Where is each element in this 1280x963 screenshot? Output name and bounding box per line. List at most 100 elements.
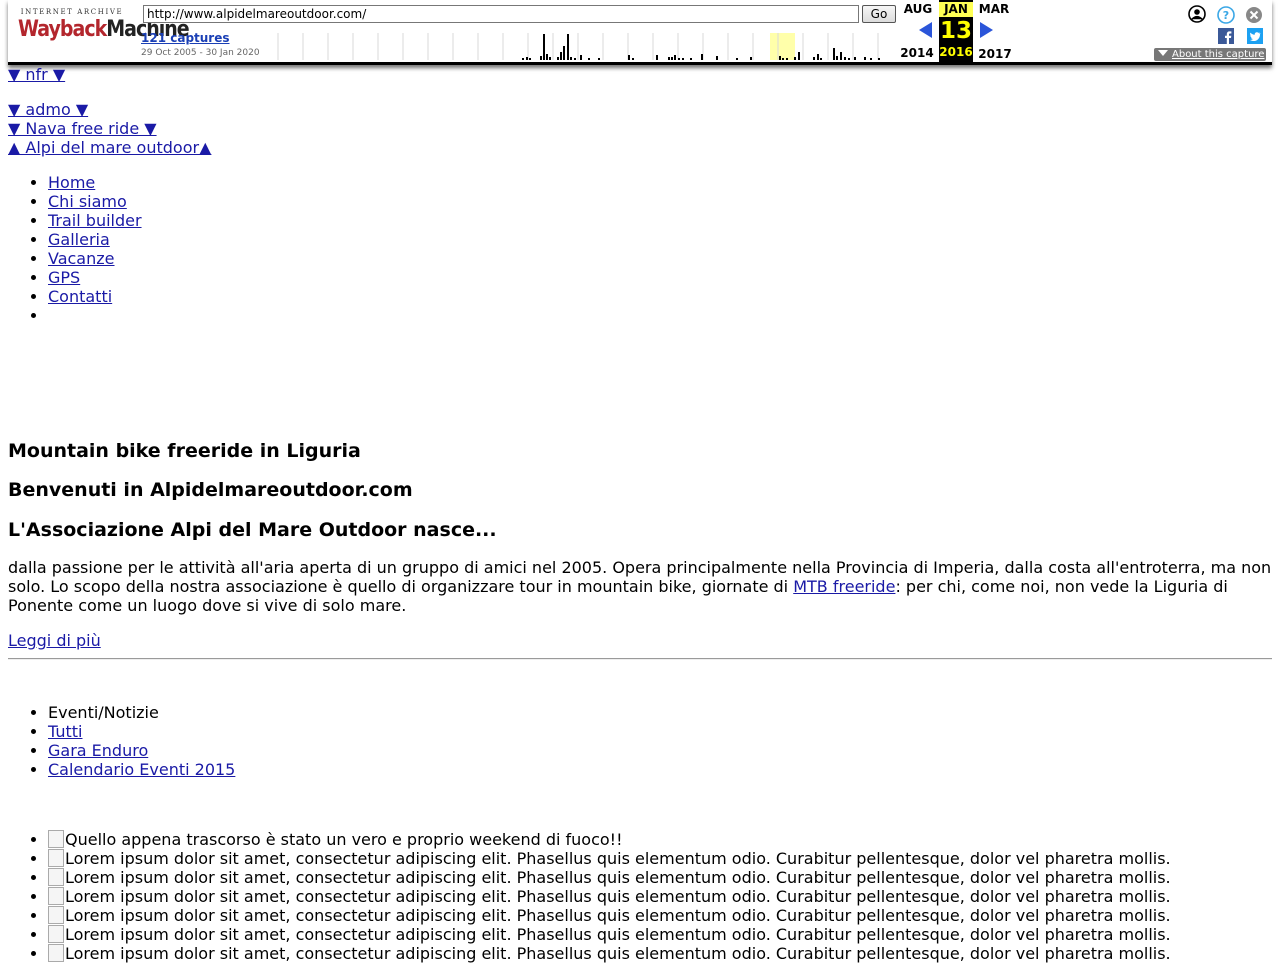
capture-bar [690,58,692,60]
capture-bar [632,58,634,60]
logo-subtitle: INTERNET ARCHIVE [20,8,124,16]
prev-capture-arrow-icon[interactable] [919,22,932,38]
broken-image-icon [48,868,64,886]
capture-bar [878,58,880,60]
capture-bar [549,57,551,60]
news-item: Lorem ipsum dolor sit amet, consectetur … [48,887,1272,906]
next-month-label[interactable]: MAR [974,2,1014,16]
capture-bar [836,56,838,60]
read-more-link[interactable]: Leggi di più [8,631,1272,650]
capture-bar [870,58,872,60]
capture-bar [574,58,576,60]
captures-sparkline[interactable] [270,33,896,60]
toggle-nava-free-ride[interactable]: ▼ Nava free ride ▼ [8,119,1272,138]
capture-bar [798,52,800,60]
toggle-alpi-del-mare-outdoor[interactable]: ▲ Alpi del mare outdoor▲ [8,138,1272,157]
intro-paragraph: dalla passione per le attività all'aria … [8,558,1272,615]
next-year-label[interactable]: 2017 [975,47,1015,61]
capture-bar [820,58,822,60]
broken-image-icon [48,944,64,962]
broken-image-icon [48,849,64,867]
capture-bar [716,56,718,60]
go-button[interactable]: Go [862,5,896,23]
capture-bar [570,57,572,60]
capture-bar [674,55,676,60]
broken-image-icon [48,925,64,943]
news-item: Lorem ipsum dolor sit amet, consectetur … [48,906,1272,925]
prev-year-label[interactable]: 2014 [897,46,937,60]
nav-item-chi-siamo: Chi siamo [48,192,1272,211]
capture-bar [682,58,684,60]
nav-item-vacanze: Vacanze [48,249,1272,268]
news-item: Lorem ipsum dolor sit amet, consectetur … [48,944,1272,963]
nav-link-galleria[interactable]: Galleria [48,230,110,249]
prev-month-label[interactable]: AUG [898,2,938,16]
nav-link-vacanze[interactable]: Vacanze [48,249,115,268]
nav-link-trail-builder[interactable]: Trail builder [48,211,142,230]
events-link-tutti[interactable]: Tutti [48,722,82,741]
sparkline-year-dividers [277,33,879,60]
nav-item-home: Home [48,173,1272,192]
current-year: 2016 [939,45,973,59]
twitter-icon[interactable] [1247,28,1263,44]
nav-item-gps: GPS [48,268,1272,287]
news-item: Lorem ipsum dolor sit amet, consectetur … [48,849,1272,868]
capture-bar [557,57,559,60]
capture-bar [563,46,565,60]
events-link-calendario[interactable]: Calendario Eventi 2015 [48,760,235,779]
broken-image-icon [48,830,64,848]
capture-bar [668,57,670,60]
news-item: Lorem ipsum dolor sit amet, consectetur … [48,868,1272,887]
current-capture-date: JAN 13 2016 [939,0,973,62]
capture-bar [560,52,562,60]
nav-link-contatti[interactable]: Contatti [48,287,112,306]
capture-bar [678,58,680,60]
capture-bar [543,34,545,60]
nav-item-empty [48,306,1272,325]
captures-link[interactable]: 121 captures [141,31,230,45]
news-item: Lorem ipsum dolor sit amet, consectetur … [48,925,1272,944]
about-capture-button[interactable]: About this capture [1154,48,1266,61]
user-icon[interactable] [1188,5,1206,23]
news-list: Quello appena trascorso è stato un vero … [8,830,1272,963]
capture-bar [546,54,548,60]
wayback-toolbar: INTERNET ARCHIVE WaybackMachine http://w… [8,0,1272,65]
help-icon[interactable]: ? [1217,6,1235,24]
capture-date-range: 29 Oct 2005 - 30 Jan 2020 [141,48,260,58]
current-month: JAN [939,2,973,17]
nav-link-chi-siamo[interactable]: Chi siamo [48,192,127,211]
capture-bar [813,57,815,60]
capture-bar [794,57,796,60]
broken-image-icon [48,887,64,905]
current-year-highlight [770,33,795,60]
capture-bar [567,34,569,60]
events-item-tutti: Tutti [48,722,1272,741]
capture-bar [833,48,835,60]
capture-bar [526,57,528,60]
capture-bar [736,58,738,60]
capture-bar [854,57,856,60]
facebook-icon[interactable] [1218,28,1234,44]
events-link-gara-enduro[interactable]: Gara Enduro [48,741,148,760]
capture-bar [588,58,590,60]
capture-bar [817,54,819,60]
capture-bar [844,57,846,60]
nav-link-gps[interactable]: GPS [48,268,80,287]
heading-associazione: L'Associazione Alpi del Mare Outdoor nas… [8,519,497,541]
capture-bar [779,56,781,60]
capture-bar [786,58,788,60]
nav-link-home[interactable]: Home [48,173,95,192]
capture-bar [848,58,850,60]
wayback-logo[interactable]: INTERNET ARCHIVE WaybackMachine [18,8,190,52]
toggle-nfr[interactable]: ▼ nfr ▼ [8,65,1272,84]
url-input[interactable]: http://www.alpidelmareoutdoor.com/ [143,5,859,23]
next-capture-arrow-icon[interactable] [980,22,993,38]
mtb-freeride-link[interactable]: MTB freeride [793,577,895,596]
heading-freeride-liguria: Mountain bike freeride in Liguria [8,440,361,462]
close-icon[interactable] [1245,6,1263,24]
events-item-gara-enduro: Gara Enduro [48,741,1272,760]
capture-bar [656,55,658,60]
toggle-admo[interactable]: ▼ admo ▼ [8,100,1272,119]
broken-image-icon [48,906,64,924]
page-content: ▼ nfr ▼ ▼ admo ▼ ▼ Nava free ride ▼ ▲ Al… [8,65,1272,963]
